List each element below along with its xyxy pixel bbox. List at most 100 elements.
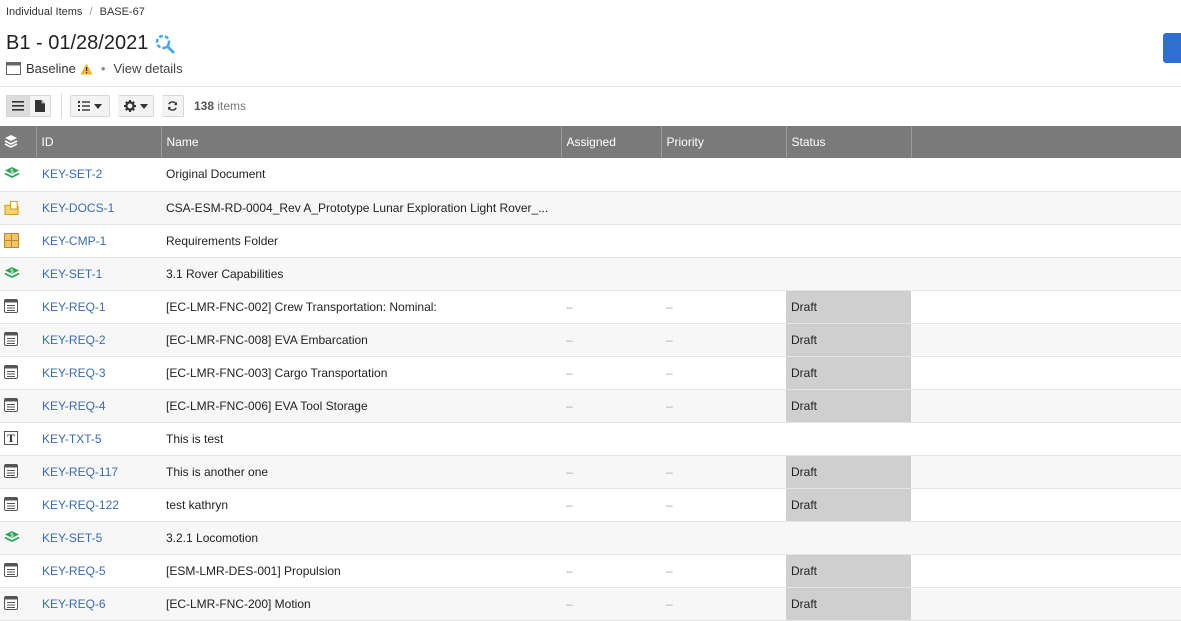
name-cell[interactable]: [EC-LMR-FNC-200] Motion (161, 587, 561, 621)
item-id-link[interactable]: KEY-CMP-1 (41, 234, 106, 248)
item-id-link[interactable]: KEY-SET-5 (41, 531, 102, 545)
priority-cell[interactable]: – (661, 488, 786, 522)
item-id-link[interactable]: KEY-SET-1 (41, 267, 102, 281)
column-header-assigned[interactable]: Assigned (561, 126, 662, 158)
column-header-status[interactable]: Status (786, 126, 912, 158)
status-cell[interactable]: Draft (786, 455, 911, 489)
assigned-cell[interactable] (561, 158, 661, 192)
table-row[interactable]: T KEY-TXT-5 This is test (0, 422, 1181, 456)
search-icon[interactable] (154, 33, 176, 55)
view-details-link[interactable]: View details (113, 61, 182, 76)
table-row[interactable]: $ KEY-SET-1 3.1 Rover Capabilities (0, 257, 1181, 291)
item-id-link[interactable]: KEY-REQ-3 (41, 366, 106, 380)
status-cell[interactable]: Draft (786, 290, 911, 324)
table-row[interactable]: KEY-REQ-117 This is another one – – Draft (0, 455, 1181, 489)
status-cell[interactable] (786, 224, 911, 258)
assigned-cell[interactable]: – (561, 554, 661, 588)
item-id-link[interactable]: KEY-REQ-1 (41, 300, 106, 314)
name-cell[interactable]: [EC-LMR-FNC-003] Cargo Transportation (161, 356, 561, 390)
table-row[interactable]: KEY-REQ-4 [EC-LMR-FNC-006] EVA Tool Stora… (0, 389, 1181, 423)
table-row[interactable]: KEY-REQ-5 [ESM-LMR-DES-001] Propulsion – – D… (0, 554, 1181, 588)
name-cell[interactable]: [EC-LMR-FNC-008] EVA Embarcation (161, 323, 561, 357)
sort-menu-button[interactable] (70, 95, 110, 117)
priority-cell[interactable] (661, 257, 786, 291)
priority-cell[interactable] (661, 158, 786, 192)
name-cell[interactable]: 3.1 Rover Capabilities (161, 257, 561, 291)
item-id-link[interactable]: KEY-REQ-2 (41, 333, 106, 347)
status-cell[interactable]: Draft (786, 323, 911, 357)
table-row[interactable]: KEY-CMP-1 Requirements Folder (0, 224, 1181, 258)
breadcrumb-root-link[interactable]: Individual Items (6, 6, 82, 18)
table-row[interactable]: KEY-DOCS-1 CSA-ESM-RD-0004_Rev A_Prototyp… (0, 191, 1181, 225)
priority-cell[interactable]: – (661, 323, 786, 357)
assigned-cell[interactable] (561, 191, 661, 225)
name-cell[interactable]: 3.2.1 Locomotion (161, 521, 561, 555)
status-cell[interactable] (786, 158, 911, 192)
status-cell[interactable]: Draft (786, 488, 911, 522)
refresh-button[interactable] (162, 95, 184, 117)
name-cell[interactable]: [EC-LMR-FNC-002] Crew Transportation: No… (161, 290, 561, 324)
document-view-button[interactable] (30, 95, 51, 117)
name-cell[interactable]: Original Document (161, 158, 561, 192)
status-cell[interactable]: Draft (786, 356, 911, 390)
table-row[interactable]: $ KEY-SET-5 3.2.1 Locomotion (0, 521, 1181, 555)
assigned-cell[interactable] (561, 521, 661, 555)
assigned-cell[interactable]: – (561, 356, 661, 390)
status-cell[interactable] (786, 422, 911, 456)
column-header-name[interactable]: Name (161, 126, 562, 158)
priority-cell[interactable] (661, 521, 786, 555)
status-cell[interactable]: Draft (786, 389, 911, 423)
priority-cell[interactable] (661, 224, 786, 258)
priority-cell[interactable]: – (661, 356, 786, 390)
id-cell: KEY-REQ-122 (36, 488, 161, 522)
item-id-link[interactable]: KEY-TXT-5 (41, 432, 102, 446)
assigned-cell[interactable]: – (561, 290, 661, 324)
assigned-cell[interactable]: – (561, 587, 661, 621)
name-cell[interactable]: [EC-LMR-FNC-006] EVA Tool Storage (161, 389, 561, 423)
assigned-cell[interactable]: – (561, 455, 661, 489)
column-header-id[interactable]: ID (36, 126, 162, 158)
status-cell[interactable] (786, 521, 911, 555)
assigned-cell[interactable] (561, 257, 661, 291)
priority-cell[interactable]: – (661, 455, 786, 489)
assigned-cell[interactable]: – (561, 323, 661, 357)
primary-action-button[interactable] (1163, 33, 1181, 63)
status-cell[interactable] (786, 191, 911, 225)
status-cell[interactable] (786, 257, 911, 291)
item-id-link[interactable]: KEY-REQ-4 (41, 399, 106, 413)
column-header-priority[interactable]: Priority (661, 126, 787, 158)
table-row[interactable]: KEY-REQ-122 test kathryn – – Draft (0, 488, 1181, 522)
item-id-link[interactable]: KEY-DOCS-1 (41, 201, 114, 215)
assigned-cell[interactable] (561, 422, 661, 456)
name-cell[interactable]: [ESM-LMR-DES-001] Propulsion (161, 554, 561, 588)
priority-cell[interactable]: – (661, 290, 786, 324)
list-view-button[interactable] (6, 95, 30, 117)
table-row[interactable]: $ KEY-SET-2 Original Document (0, 158, 1181, 192)
settings-menu-button[interactable] (118, 95, 154, 117)
table-row[interactable]: KEY-REQ-2 [EC-LMR-FNC-008] EVA Embarcatio… (0, 323, 1181, 357)
table-row[interactable]: KEY-REQ-3 [EC-LMR-FNC-003] Cargo Transpor… (0, 356, 1181, 390)
name-cell[interactable]: Requirements Folder (161, 224, 561, 258)
priority-cell[interactable]: – (661, 554, 786, 588)
priority-cell[interactable]: – (661, 587, 786, 621)
item-id-link[interactable]: KEY-REQ-6 (41, 597, 106, 611)
table-row[interactable]: KEY-REQ-6 [EC-LMR-FNC-200] Motion – – Draft (0, 587, 1181, 621)
name-cell[interactable]: This is test (161, 422, 561, 456)
item-id-link[interactable]: KEY-REQ-117 (41, 465, 118, 479)
priority-cell[interactable] (661, 191, 786, 225)
table-row[interactable]: KEY-REQ-1 [EC-LMR-FNC-002] Crew Transport… (0, 290, 1181, 324)
name-cell[interactable]: This is another one (161, 455, 561, 489)
item-id-link[interactable]: KEY-REQ-122 (41, 498, 119, 512)
status-cell[interactable]: Draft (786, 554, 911, 588)
name-cell[interactable]: test kathryn (161, 488, 561, 522)
item-id-link[interactable]: KEY-SET-2 (41, 167, 102, 181)
assigned-cell[interactable]: – (561, 488, 661, 522)
priority-cell[interactable]: – (661, 389, 786, 423)
type-column-header[interactable] (0, 126, 37, 158)
item-id-link[interactable]: KEY-REQ-5 (41, 564, 106, 578)
priority-cell[interactable] (661, 422, 786, 456)
assigned-cell[interactable] (561, 224, 661, 258)
status-cell[interactable]: Draft (786, 587, 911, 621)
assigned-cell[interactable]: – (561, 389, 661, 423)
name-cell[interactable]: CSA-ESM-RD-0004_Rev A_Prototype Lunar Ex… (161, 191, 561, 225)
